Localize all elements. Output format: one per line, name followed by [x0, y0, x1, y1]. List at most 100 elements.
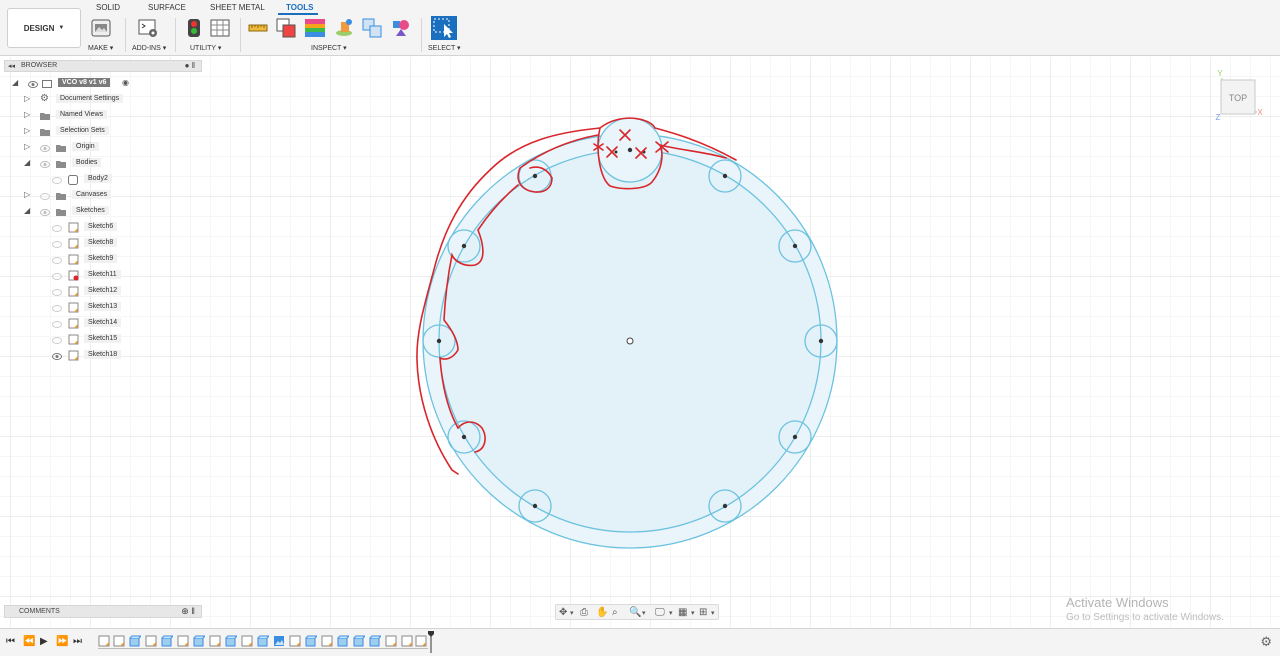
expand-triangle-icon[interactable]: ◢	[12, 78, 18, 87]
design-canvas[interactable]	[0, 57, 1280, 627]
step-forward-icon[interactable]: ⏩	[56, 636, 68, 647]
timeline-extrude-icon[interactable]	[305, 635, 317, 647]
section-analysis-icon[interactable]	[362, 18, 382, 38]
eye-icon[interactable]	[40, 209, 50, 216]
tree-label: Sketch12	[84, 286, 122, 295]
orbit-icon[interactable]: ✥	[559, 607, 567, 618]
viewcube[interactable]: TOP Y X Z	[1205, 68, 1265, 124]
eye-hidden-icon[interactable]	[52, 289, 62, 296]
toolbar-divider	[421, 18, 422, 52]
component-color-icon[interactable]	[390, 18, 410, 38]
measure-icon[interactable]	[248, 18, 268, 38]
eye-icon[interactable]	[28, 81, 38, 88]
tab-surface[interactable]: SURFACE	[148, 3, 186, 12]
utility-menu[interactable]: UTILITY ▾	[190, 44, 221, 52]
timeline-sketch-icon[interactable]	[385, 635, 397, 647]
timeline-settings-gear-icon[interactable]: ⚙	[1260, 634, 1272, 650]
select-menu[interactable]: SELECT ▾	[428, 44, 461, 52]
pan-icon[interactable]: ✋	[596, 607, 608, 618]
timeline-sketch-icon[interactable]	[415, 635, 427, 647]
expand-arrow-icon[interactable]: ▷	[24, 110, 30, 119]
timeline-extrude-icon[interactable]	[337, 635, 349, 647]
expand-arrow-icon[interactable]: ▷	[24, 94, 30, 103]
look-at-icon[interactable]: ⎙	[580, 607, 588, 618]
inspect-menu[interactable]: INSPECT ▾	[311, 44, 347, 52]
eye-hidden-icon[interactable]	[52, 337, 62, 344]
workspace-switcher-button[interactable]: DESIGN ▼	[7, 8, 81, 48]
make-menu[interactable]: MAKE ▾	[88, 44, 113, 52]
timeline-extrude-icon[interactable]	[369, 635, 381, 647]
grid-settings-icon[interactable]: ▦	[678, 607, 687, 618]
timeline-sketch-icon[interactable]	[98, 635, 110, 647]
skip-end-icon[interactable]: ⏭	[73, 636, 82, 647]
viewports-icon[interactable]: ⊞	[699, 607, 707, 618]
fit-icon[interactable]: 🔍	[629, 607, 641, 618]
activate-radio-icon[interactable]: ◉	[122, 78, 129, 87]
browser-panel-header[interactable]: ◂◂ BROWSER ● ‖	[4, 60, 202, 72]
timeline-extrude-icon[interactable]	[161, 635, 173, 647]
expand-arrow-icon[interactable]: ▷	[24, 142, 30, 151]
timeline-sketch-icon[interactable]	[401, 635, 413, 647]
curvature-analysis-icon[interactable]	[304, 18, 325, 38]
table-icon[interactable]	[210, 18, 230, 38]
timeline-sketch-icon[interactable]	[321, 635, 333, 647]
expand-arrow-icon[interactable]: ▷	[24, 190, 30, 199]
timeline-canvas-icon[interactable]	[273, 635, 285, 647]
eye-hidden-icon[interactable]	[52, 257, 62, 264]
timeline-marker-handle[interactable]	[428, 631, 434, 653]
select-cursor-icon[interactable]	[431, 16, 457, 40]
eye-icon[interactable]	[52, 353, 62, 360]
timeline-extrude-icon[interactable]	[225, 635, 237, 647]
tab-solid[interactable]: SOLID	[96, 3, 120, 12]
chevron-down-icon[interactable]: ▾	[642, 609, 646, 617]
display-settings-icon[interactable]: 🖵	[655, 607, 665, 618]
comments-panel-header[interactable]: COMMENTS ⊕ ‖	[4, 605, 202, 618]
timeline-sketch-icon[interactable]	[145, 635, 157, 647]
collapse-panel-icon[interactable]: ◂◂	[8, 62, 15, 70]
pin-icon[interactable]: ● ‖	[185, 61, 195, 70]
tree-root[interactable]: ◢ VCO v8 v1 v6 ◉	[12, 78, 202, 91]
expand-triangle-icon[interactable]: ◢	[24, 158, 30, 167]
play-icon[interactable]: ▶	[40, 636, 48, 647]
interference-icon[interactable]	[276, 18, 296, 38]
eye-hidden-icon[interactable]	[52, 225, 62, 232]
timeline-sketch-icon[interactable]	[113, 635, 125, 647]
folder-icon	[40, 129, 50, 136]
chevron-down-icon[interactable]: ▾	[570, 609, 574, 617]
eye-hidden-icon[interactable]	[52, 273, 62, 280]
timeline-extrude-icon[interactable]	[193, 635, 205, 647]
timeline-extrude-icon[interactable]	[257, 635, 269, 647]
timeline-sketch-icon[interactable]	[209, 635, 221, 647]
add-comment-icon[interactable]: ⊕ ‖	[181, 606, 195, 617]
eye-hidden-icon[interactable]	[52, 177, 62, 184]
expand-triangle-icon[interactable]: ◢	[24, 206, 30, 215]
3d-print-icon[interactable]	[91, 18, 111, 38]
eye-icon[interactable]	[40, 161, 50, 168]
chevron-down-icon[interactable]: ▾	[711, 609, 715, 617]
timeline-sketch-icon[interactable]	[241, 635, 253, 647]
draft-analysis-icon[interactable]	[334, 18, 354, 38]
zoom-icon[interactable]: ⌕	[612, 607, 618, 618]
toolbar-divider	[175, 18, 176, 52]
timeline-extrude-icon[interactable]	[353, 635, 365, 647]
chevron-down-icon[interactable]: ▾	[669, 609, 673, 617]
eye-hidden-icon[interactable]	[52, 321, 62, 328]
eye-hidden-icon[interactable]	[52, 305, 62, 312]
tab-sheet-metal[interactable]: SHEET METAL	[210, 3, 265, 12]
timeline-sketch-icon[interactable]	[177, 635, 189, 647]
addins-menu[interactable]: ADD-INS ▾	[132, 44, 166, 52]
root-component-label[interactable]: VCO v8 v1 v6	[58, 78, 111, 87]
expand-arrow-icon[interactable]: ▷	[24, 126, 30, 135]
tab-tools[interactable]: TOOLS	[286, 3, 313, 12]
eye-icon[interactable]	[40, 145, 50, 152]
skip-start-icon[interactable]: ⏮	[6, 636, 15, 647]
traffic-light-icon[interactable]	[185, 18, 205, 38]
timeline-extrude-icon[interactable]	[129, 635, 141, 647]
timeline-sketch-icon[interactable]	[289, 635, 301, 647]
eye-icon[interactable]	[40, 193, 50, 200]
eye-hidden-icon[interactable]	[52, 241, 62, 248]
tree-label: Document Settings	[56, 94, 124, 103]
step-back-icon[interactable]: ⏪	[23, 636, 35, 647]
chevron-down-icon[interactable]: ▾	[691, 609, 695, 617]
scripts-icon[interactable]	[138, 18, 158, 38]
